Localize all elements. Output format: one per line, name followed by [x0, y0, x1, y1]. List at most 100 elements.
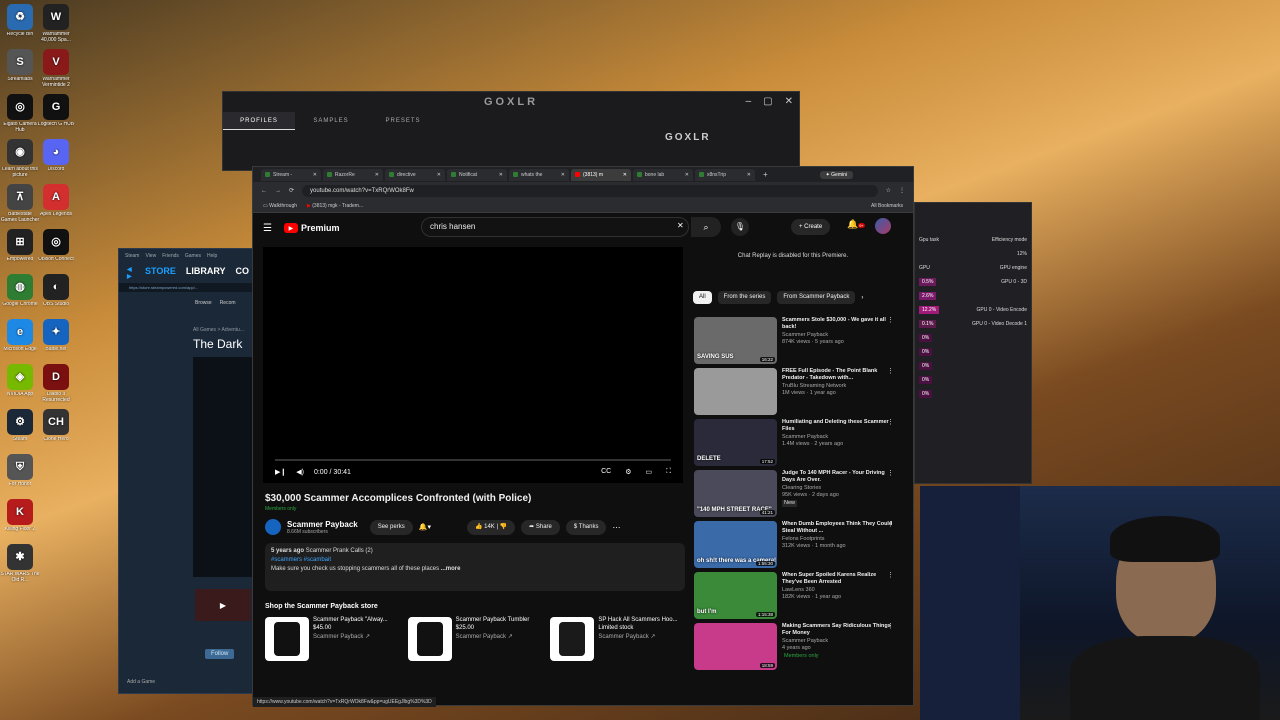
theater-mode-icon[interactable]: ▭: [645, 468, 652, 476]
desktop-shortcut[interactable]: ◉ Learn about this picture: [0, 139, 40, 178]
video-title[interactable]: When Super Spoiled Karens Realize They'v…: [782, 572, 894, 586]
video-thumbnail[interactable]: [694, 368, 777, 415]
subscribed-bell-icon[interactable]: 🔔▾: [419, 523, 431, 531]
steam-video-thumb[interactable]: ▶: [195, 589, 251, 621]
desktop-shortcut[interactable]: CH Clone Hero: [36, 409, 76, 448]
goxlr-tab-samples[interactable]: SAMPLES: [295, 112, 367, 130]
video-thumbnail[interactable]: but I'm 1:15:38: [694, 572, 777, 619]
chip-from-channel[interactable]: From Scammer Payback: [777, 291, 856, 304]
browser-tab[interactable]: Notificat ✕: [447, 168, 507, 181]
browser-tab[interactable]: bone lab ✕: [633, 168, 693, 181]
show-more-link[interactable]: ...more: [441, 566, 461, 572]
tab-close-icon[interactable]: ✕: [685, 172, 689, 178]
thanks-button[interactable]: $ Thanks: [565, 519, 607, 535]
taskmgr-row[interactable]: 0%: [915, 359, 1031, 373]
steam-recommend[interactable]: Recom: [220, 300, 236, 306]
volume-icon[interactable]: ◀): [296, 468, 304, 476]
browser-tab[interactable]: Stream - ✕: [261, 168, 321, 181]
video-menu-icon[interactable]: ⋮: [887, 317, 894, 326]
desktop-shortcut[interactable]: ◕ Discord: [36, 139, 76, 178]
bookmark-mgk[interactable]: ▶ (3813) mgk - Tradem...: [307, 203, 363, 209]
recommended-video[interactable]: oh sh!t there was a camera! 1:55:30 When D…: [694, 521, 894, 572]
taskmgr-col-engine[interactable]: GPU engine: [1000, 265, 1027, 271]
chrome-browser-window[interactable]: Stream - ✕ RazorRe ✕ directive ✕ Notificat ✕ wha…: [252, 166, 914, 707]
recommended-video[interactable]: DELETE 17:52 Humiliating and Deleting thes…: [694, 419, 894, 470]
desktop-shortcut[interactable]: ✱ STAR WARS The Old R...: [0, 544, 40, 583]
tab-close-icon[interactable]: ✕: [499, 172, 503, 178]
tab-close-icon[interactable]: ✕: [437, 172, 441, 178]
chip-from-series[interactable]: From the series: [717, 291, 772, 304]
hamburger-menu-icon[interactable]: ☰: [263, 223, 272, 234]
video-title[interactable]: Scammers Stole $30,000 - We gave it all …: [782, 317, 894, 331]
channel-avatar[interactable]: [265, 519, 281, 535]
video-channel[interactable]: LawLens 360: [782, 587, 894, 594]
task-manager-window[interactable]: Gpu task Efficiency mode 12% GPU GPU eng…: [914, 202, 1032, 484]
recommended-video[interactable]: but I'm 1:15:38 When Super Spoiled Karens …: [694, 572, 894, 623]
see-perks-button[interactable]: See perks: [369, 519, 413, 535]
bookmark-star-icon[interactable]: ☆: [886, 187, 891, 194]
shop-item-channel[interactable]: Scammer Payback ↗: [313, 633, 388, 640]
video-menu-icon[interactable]: ⋮: [887, 572, 894, 581]
shop-item[interactable]: Scammer Payback "Alway... $45.00 Scammer P…: [265, 617, 400, 661]
video-title[interactable]: Humiliating and Deleting these Scammer F…: [782, 419, 894, 433]
back-icon[interactable]: ←: [261, 188, 267, 194]
desktop-shortcut[interactable]: ♻ Recycle Bin: [0, 4, 40, 43]
desktop-shortcut[interactable]: ◎ Ubisoft Connect: [36, 229, 76, 268]
steam-menu-view[interactable]: View: [145, 253, 156, 259]
taskmgr-row[interactable]: 0%: [915, 345, 1031, 359]
desktop-shortcut[interactable]: W Warhammer 40,000 Spa...: [36, 4, 76, 43]
close-icon[interactable]: ✕: [785, 96, 793, 107]
video-thumbnail[interactable]: DELETE 17:52: [694, 419, 777, 466]
taskmgr-row[interactable]: 12.2% GPU 0 - Video Encode: [915, 303, 1031, 317]
video-title[interactable]: Judge To 140 MPH Racer - Your Driving Da…: [782, 470, 894, 484]
youtube-premium-logo[interactable]: Premium: [301, 223, 340, 233]
taskmgr-efficiency-mode[interactable]: Efficiency mode: [992, 237, 1027, 243]
share-button[interactable]: ➦ Share: [521, 519, 560, 535]
desktop-shortcut[interactable]: ◍ Google Chrome: [0, 274, 40, 313]
reload-icon[interactable]: ⟳: [289, 187, 294, 194]
steam-follow-button[interactable]: Follow: [205, 649, 235, 659]
taskmgr-row[interactable]: 2.6%: [915, 289, 1031, 303]
video-thumbnail[interactable]: oh sh!t there was a camera! 1:55:30: [694, 521, 777, 568]
all-bookmarks[interactable]: All Bookmarks: [871, 203, 903, 209]
tab-close-icon[interactable]: ✕: [561, 172, 565, 178]
goxlr-tab-profiles[interactable]: PROFILES: [223, 112, 295, 130]
recommended-video[interactable]: FREE Full Episode - The Point Blank Pred…: [694, 368, 894, 419]
goxlr-window-controls[interactable]: – ▢ ✕: [746, 96, 793, 107]
desktop-shortcut[interactable]: ⚙ Steam: [0, 409, 40, 448]
video-player[interactable]: ▶❙ ◀) 0:00 / 30:41 CC ⚙ ▭ ⛶: [263, 247, 683, 483]
tab-close-icon[interactable]: ✕: [313, 172, 317, 178]
desktop-shortcut[interactable]: A Apex Legends: [36, 184, 76, 223]
steam-add-game[interactable]: Add a Game: [127, 679, 155, 685]
steam-menu-games[interactable]: Games: [185, 253, 201, 259]
video-thumbnail[interactable]: 18:59: [694, 623, 777, 670]
video-menu-icon[interactable]: ⋮: [887, 470, 894, 479]
search-input[interactable]: chris hansen: [421, 217, 689, 237]
steam-menu-friends[interactable]: Friends: [162, 253, 179, 259]
taskmgr-row[interactable]: 0%: [915, 331, 1031, 345]
menu-dots-icon[interactable]: ⋮: [899, 187, 905, 194]
play-pause-icon[interactable]: ▶❙: [275, 468, 286, 476]
hashtags[interactable]: #scammers #scambait: [271, 556, 679, 565]
clear-search-icon[interactable]: ✕: [677, 221, 684, 230]
desktop-shortcut[interactable]: S Streamlabs: [0, 49, 40, 88]
notifications-button[interactable]: 🔔9+: [847, 219, 865, 230]
gemini-button[interactable]: ✦ Gemini: [819, 170, 853, 179]
tab-close-icon[interactable]: ✕: [623, 172, 627, 178]
video-menu-icon[interactable]: ⋮: [887, 368, 894, 377]
back-icon[interactable]: ◀ ▶: [127, 266, 135, 280]
video-description[interactable]: 5 years ago Scammer Prank Calls (2) #sca…: [265, 543, 685, 591]
desktop-shortcut[interactable]: ◎ Elgato Camera Hub: [0, 94, 40, 133]
video-menu-icon[interactable]: ⋮: [887, 521, 894, 530]
taskmgr-row[interactable]: 0%: [915, 373, 1031, 387]
desktop-shortcut[interactable]: V Warhammer Vermintide 2: [36, 49, 76, 88]
desktop-shortcut[interactable]: ✦ Battle.net: [36, 319, 76, 358]
desktop-shortcut[interactable]: K Killing Floor 2: [0, 499, 40, 538]
fullscreen-icon[interactable]: ⛶: [666, 468, 671, 476]
browser-tab[interactable]: x8nsTrip ✕: [695, 168, 755, 181]
taskmgr-row[interactable]: 0%: [915, 387, 1031, 401]
video-channel[interactable]: Scammer Payback: [782, 638, 894, 645]
video-channel[interactable]: TruBlu Streaming Network: [782, 383, 894, 390]
desktop-shortcut[interactable]: G Logitech G HUB: [36, 94, 76, 133]
recommended-video[interactable]: SAVING SUS 16:22 Scammers Stole $30,000 - …: [694, 317, 894, 368]
